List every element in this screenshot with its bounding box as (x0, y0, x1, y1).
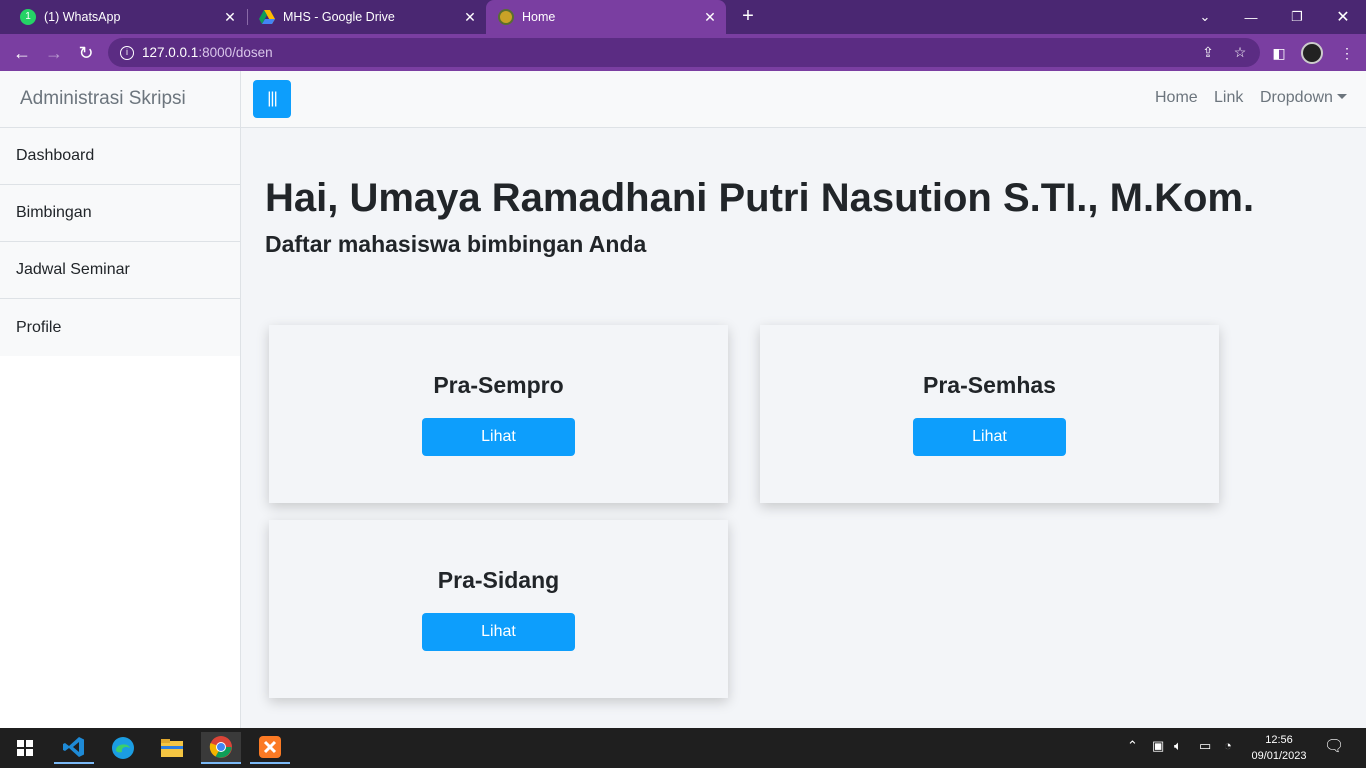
sidebar: Administrasi Skripsi Dashboard Bimbingan… (0, 71, 241, 728)
tab-google-drive[interactable]: MHS - Google Drive ✕ (248, 0, 486, 34)
whatsapp-icon: 1 (20, 9, 36, 25)
close-window-icon[interactable]: ✕ (1320, 0, 1366, 34)
sidebar-item-profile[interactable]: Profile (0, 299, 240, 356)
card-pra-sempro: Pra-Sempro Lihat (269, 325, 728, 503)
tab-title: Home (522, 10, 556, 24)
menu-kebab-icon[interactable]: ⋮ (1336, 42, 1358, 64)
forward-arrow-icon[interactable]: → (42, 41, 66, 65)
lihat-button[interactable]: Lihat (422, 613, 575, 651)
page-title: Hai, Umaya Ramadhani Putri Nasution S.TI… (265, 176, 1255, 220)
url-path: :8000/dosen (198, 45, 273, 60)
xampp-icon[interactable] (250, 732, 290, 764)
site-info-icon[interactable]: i (120, 45, 134, 60)
back-arrow-icon[interactable]: ← (10, 41, 34, 65)
card-pra-semhas: Pra-Semhas Lihat (760, 325, 1219, 503)
new-tab-plus-icon[interactable]: + (738, 6, 758, 26)
reload-icon[interactable]: ↻ (74, 41, 98, 65)
profile-avatar[interactable] (1301, 42, 1323, 64)
tab-whatsapp[interactable]: 1 (1) WhatsApp ✕ (0, 0, 246, 34)
lihat-button[interactable]: Lihat (913, 418, 1066, 456)
close-tab-icon[interactable]: ✕ (222, 9, 238, 25)
card-title: Pra-Sidang (437, 567, 560, 593)
side-panel-icon[interactable]: ◧ (1268, 42, 1290, 64)
tab-title: (1) WhatsApp (44, 10, 121, 24)
notification-center-icon[interactable]: 🗨︎ (1324, 736, 1344, 756)
address-bar[interactable]: i 127.0.0.1:8000/dosen ⇪ ☆ (108, 38, 1260, 67)
card-title: Pra-Semhas (923, 372, 1056, 398)
site-favicon-icon (498, 9, 514, 25)
file-explorer-icon[interactable] (152, 732, 192, 764)
nav-dropdown-label: Dropdown (1260, 89, 1333, 106)
main-content: Hai, Umaya Ramadhani Putri Nasution S.TI… (241, 128, 1366, 728)
url-host: 127.0.0.1 (142, 45, 199, 60)
minimize-icon[interactable]: — (1228, 0, 1274, 34)
edge-icon[interactable] (103, 732, 143, 764)
meet-now-icon[interactable]: ▣ (1152, 738, 1164, 754)
clock-time: 12:56 (1265, 734, 1293, 746)
battery-icon[interactable]: ▭ (1199, 738, 1211, 754)
sidebar-item-jadwal-seminar[interactable]: Jadwal Seminar (0, 242, 240, 299)
browser-toolbar: ← → ↻ i 127.0.0.1:8000/dosen ⇪ ☆ ◧ ⋮ (0, 34, 1366, 71)
sidebar-heading: Administrasi Skripsi (0, 71, 240, 128)
share-icon[interactable]: ⇪ (1196, 38, 1220, 67)
system-clock[interactable]: 12:56 09/01/2023 (1244, 732, 1314, 764)
tab-title: MHS - Google Drive (283, 10, 395, 24)
chrome-icon[interactable] (201, 732, 241, 764)
nav-dropdown[interactable]: Dropdown (1260, 89, 1347, 107)
caret-down-icon (1336, 94, 1347, 99)
tab-search-chevron-icon[interactable]: ⌄ (1182, 0, 1228, 34)
nav-link-home[interactable]: Home (1155, 89, 1198, 107)
card-title: Pra-Sempro (433, 372, 564, 398)
browser-tab-bar: 1 (1) WhatsApp ✕ MHS - Google Drive ✕ Ho… (0, 0, 1366, 34)
bookmark-star-icon[interactable]: ☆ (1228, 38, 1252, 67)
restore-icon[interactable]: ❐ (1274, 0, 1320, 34)
top-navbar: ||| Home Link Dropdown (241, 71, 1366, 128)
close-tab-icon[interactable]: ✕ (462, 9, 478, 25)
windows-start-icon[interactable] (5, 732, 45, 764)
sidebar-toggle-button[interactable]: ||| (253, 80, 291, 118)
lihat-button[interactable]: Lihat (422, 418, 575, 456)
nav-link-link[interactable]: Link (1214, 89, 1243, 107)
tab-home[interactable]: Home ✕ (486, 0, 726, 34)
speaker-muted-icon[interactable]: 🔈︎ (1174, 738, 1182, 754)
windows-taskbar: ⌃ ▣ 🔈︎ ▭ ◔ 12:56 09/01/2023 🗨︎ (0, 728, 1366, 768)
sidebar-item-bimbingan[interactable]: Bimbingan (0, 185, 240, 242)
card-pra-sidang: Pra-Sidang Lihat (269, 520, 728, 698)
page-subtitle: Daftar mahasiswa bimbingan Anda (265, 231, 647, 257)
google-drive-icon (259, 10, 275, 24)
show-hidden-icons-chevron-icon[interactable]: ⌃ (1127, 738, 1138, 754)
close-tab-icon[interactable]: ✕ (702, 9, 718, 25)
vscode-icon[interactable] (54, 732, 94, 764)
sidebar-item-dashboard[interactable]: Dashboard (0, 128, 240, 185)
wifi-icon[interactable]: ◔ (1224, 738, 1232, 753)
clock-date: 09/01/2023 (1251, 750, 1307, 762)
